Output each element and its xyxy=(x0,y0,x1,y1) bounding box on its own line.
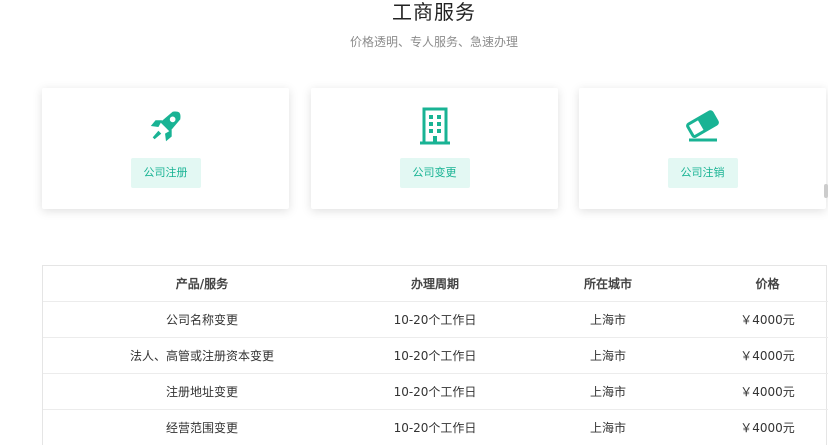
cell-price: ￥4000元 xyxy=(707,373,828,410)
cell-price: ￥4000元 xyxy=(707,301,828,338)
cell-city: 上海市 xyxy=(509,409,707,445)
table-row: 注册地址变更 10-20个工作日 上海市 ￥4000元 xyxy=(43,373,828,410)
cell-city: 上海市 xyxy=(509,301,707,338)
scroll-edge-indicator xyxy=(824,184,828,198)
column-header-period: 办理周期 xyxy=(361,266,509,302)
table-row: 经营范围变更 10-20个工作日 上海市 ￥4000元 xyxy=(43,409,828,445)
cell-period: 10-20个工作日 xyxy=(361,301,509,338)
cell-city: 上海市 xyxy=(509,337,707,374)
column-header-price: 价格 xyxy=(707,266,828,302)
column-header-product: 产品/服务 xyxy=(43,266,361,302)
table-row: 公司名称变更 10-20个工作日 上海市 ￥4000元 xyxy=(43,301,828,338)
company-registration-button[interactable]: 公司注册 xyxy=(130,158,201,188)
cell-product: 法人、高管或注册资本变更 xyxy=(43,337,361,374)
services-table: 产品/服务 办理周期 所在城市 价格 公司名称变更 10-20个工作日 上海市 … xyxy=(42,265,828,445)
eraser-icon xyxy=(683,106,723,146)
column-header-city: 所在城市 xyxy=(509,266,707,302)
cell-product: 注册地址变更 xyxy=(43,373,361,410)
rocket-icon xyxy=(146,106,186,146)
company-deregistration-button[interactable]: 公司注销 xyxy=(667,158,738,188)
cell-price: ￥4000元 xyxy=(707,337,828,374)
cell-product: 公司名称变更 xyxy=(43,301,361,338)
table-row: 法人、高管或注册资本变更 10-20个工作日 上海市 ￥4000元 xyxy=(43,337,828,374)
building-icon xyxy=(415,106,455,146)
service-card-deregistration: 公司注销 xyxy=(579,88,826,209)
service-card-registration: 公司注册 xyxy=(42,88,289,209)
cell-period: 10-20个工作日 xyxy=(361,337,509,374)
page-title: 工商服务 xyxy=(392,0,476,24)
page-subtitle: 价格透明、专人服务、急速办理 xyxy=(349,35,518,49)
cell-product: 经营范围变更 xyxy=(43,409,361,445)
company-change-button[interactable]: 公司变更 xyxy=(399,158,470,188)
service-card-change: 公司变更 xyxy=(311,88,558,209)
cell-price: ￥4000元 xyxy=(707,409,828,445)
cell-period: 10-20个工作日 xyxy=(361,373,509,410)
cell-city: 上海市 xyxy=(509,373,707,410)
table-header-row: 产品/服务 办理周期 所在城市 价格 xyxy=(43,266,828,302)
cell-period: 10-20个工作日 xyxy=(361,409,509,445)
